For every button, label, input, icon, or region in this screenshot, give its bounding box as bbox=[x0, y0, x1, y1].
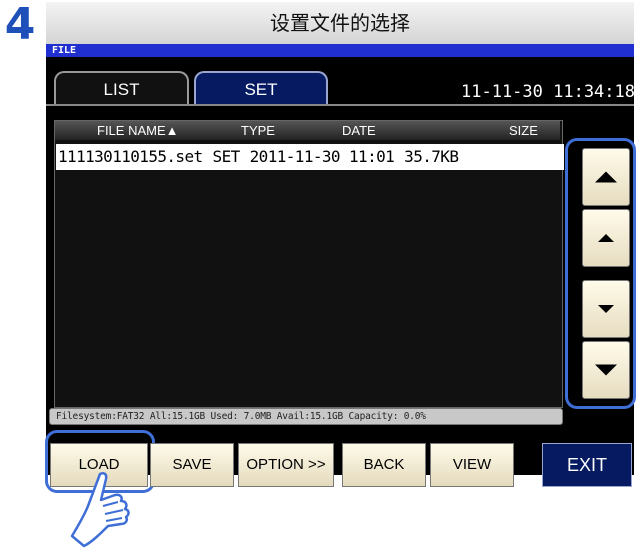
step-number: 4 bbox=[4, 0, 36, 50]
filesystem-status: Filesystem:FAT32 All:15.1GB Used: 7.0MB … bbox=[49, 408, 563, 425]
file-date: 2011-11-30 11:01 bbox=[249, 147, 395, 166]
page-up-button[interactable] bbox=[582, 148, 630, 206]
pointing-hand-icon bbox=[70, 471, 130, 548]
scroll-up-button[interactable] bbox=[582, 209, 630, 267]
down-icon bbox=[598, 305, 614, 313]
page-title: 设置文件的选择 bbox=[46, 2, 634, 44]
column-header-file-name[interactable]: FILE NAME▲ bbox=[97, 121, 179, 140]
page-down-icon bbox=[595, 364, 617, 376]
file-list-header: FILE NAME▲ TYPE DATE SIZE bbox=[55, 121, 560, 140]
back-button[interactable]: BACK bbox=[342, 443, 426, 487]
scroll-down-button[interactable] bbox=[582, 280, 630, 338]
datetime-display: 11-11-30 11:34:18 bbox=[461, 82, 635, 102]
file-name: 111130110155.set bbox=[58, 147, 203, 166]
file-type: SET bbox=[212, 147, 241, 166]
option-button[interactable]: OPTION >> bbox=[238, 443, 334, 487]
tab-divider bbox=[46, 104, 634, 106]
save-button[interactable]: SAVE bbox=[150, 443, 234, 487]
up-icon bbox=[598, 234, 614, 242]
view-button[interactable]: VIEW bbox=[430, 443, 514, 487]
file-size: 35.7KB bbox=[404, 147, 459, 166]
column-header-size[interactable]: SIZE bbox=[509, 121, 538, 140]
tab-set[interactable]: SET bbox=[194, 71, 328, 105]
page-up-icon bbox=[595, 171, 617, 183]
tab-list[interactable]: LIST bbox=[54, 71, 189, 105]
column-header-type[interactable]: TYPE bbox=[241, 121, 275, 140]
screen-label: FILE bbox=[46, 44, 634, 57]
page-down-button[interactable] bbox=[582, 341, 630, 399]
exit-button[interactable]: EXIT bbox=[542, 443, 632, 487]
column-header-date[interactable]: DATE bbox=[342, 121, 376, 140]
file-list-row[interactable]: 111130110155.set SET 2011-11-30 11:01 35.7K… bbox=[56, 144, 564, 170]
